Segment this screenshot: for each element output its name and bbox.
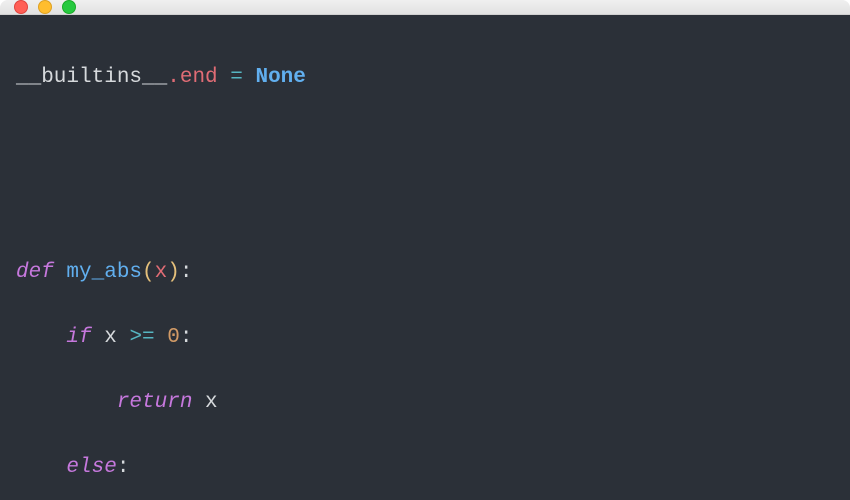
token-paren: ) (167, 261, 180, 284)
token-op: >= (129, 326, 154, 349)
token-param: x (155, 261, 168, 284)
code-line: def my_abs(x): (16, 257, 834, 290)
token-var: __builtins__ (16, 66, 167, 89)
close-icon[interactable] (14, 0, 28, 14)
code-line (16, 127, 834, 160)
code-editor[interactable]: __builtins__.end = None def my_abs(x): i… (0, 15, 850, 500)
editor-window: __builtins__.end = None def my_abs(x): i… (0, 0, 850, 500)
code-line: return x (16, 387, 834, 420)
token-keyword: else (66, 456, 116, 479)
token-keyword: def (16, 261, 54, 284)
token-func: my_abs (66, 261, 142, 284)
token-keyword: if (66, 326, 91, 349)
code-line: __builtins__.end = None (16, 62, 834, 95)
token-const: None (255, 66, 305, 89)
token-number: 0 (167, 326, 180, 349)
window-titlebar (0, 0, 850, 15)
minimize-icon[interactable] (38, 0, 52, 14)
maximize-icon[interactable] (62, 0, 76, 14)
token-op: = (218, 66, 256, 89)
token-attr: .end (167, 66, 217, 89)
token-keyword: return (117, 391, 193, 414)
code-line: else: (16, 452, 834, 485)
code-line (16, 192, 834, 225)
code-line: if x >= 0: (16, 322, 834, 355)
token-paren: ( (142, 261, 155, 284)
